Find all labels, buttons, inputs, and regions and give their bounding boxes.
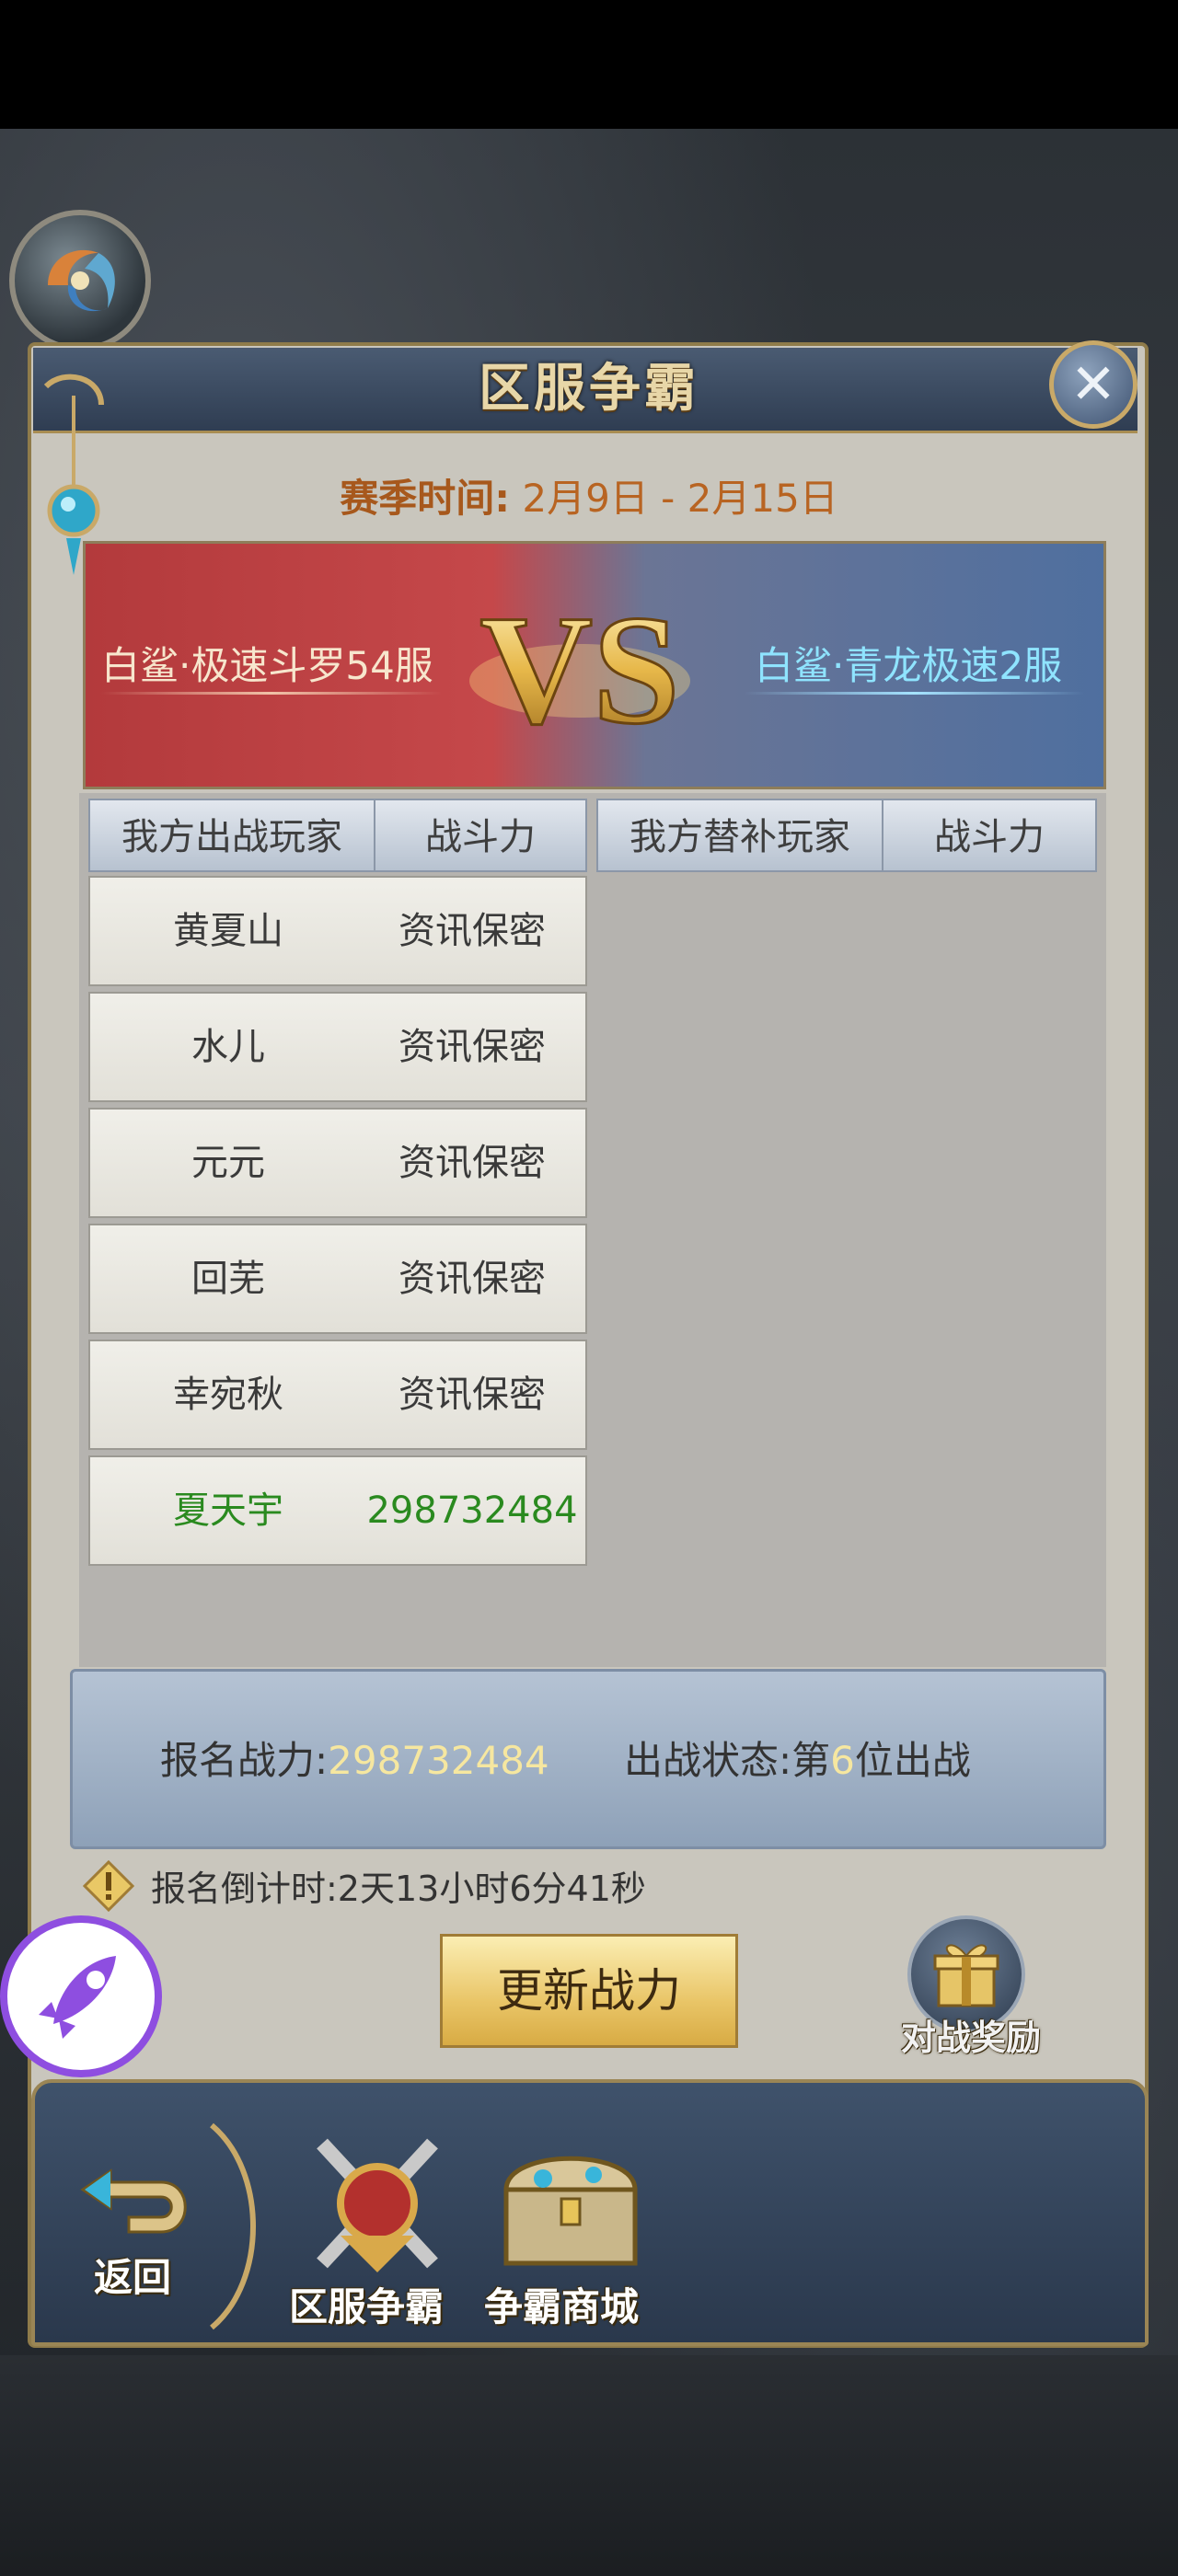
season-time: 赛季时间: 2月9日 - 2月15日 bbox=[0, 467, 1178, 523]
nav-shop-label: 争霸商城 bbox=[484, 2284, 640, 2329]
player-row[interactable]: 幸宛秋 资讯保密 bbox=[88, 1340, 587, 1450]
header-substitutes: 我方替补玩家 bbox=[596, 799, 884, 872]
season-value: 2月9日 - 2月15日 bbox=[522, 476, 838, 521]
player-name: 水儿 bbox=[191, 1026, 265, 1068]
battle-status-rank: 6 bbox=[830, 1738, 855, 1783]
right-server-underline bbox=[744, 692, 1084, 695]
top-status-bar bbox=[0, 0, 1178, 129]
rocket-button[interactable] bbox=[0, 1915, 162, 2077]
player-power: 资讯保密 bbox=[398, 1374, 546, 1416]
player-power: 资讯保密 bbox=[398, 1258, 546, 1300]
player-name: 黄夏山 bbox=[173, 910, 283, 952]
right-server-name: 白鲨·青龙极速2服 bbox=[755, 643, 1063, 688]
nav-divider-icon bbox=[210, 2122, 256, 2330]
player-row[interactable]: 回芜 资讯保密 bbox=[88, 1224, 587, 1334]
warning-icon bbox=[83, 1860, 134, 1912]
close-button[interactable]: ✕ bbox=[1049, 340, 1138, 429]
signup-power-value: 298732484 bbox=[328, 1738, 549, 1783]
vs-text: VS bbox=[479, 583, 679, 756]
treasure-chest-icon bbox=[503, 2156, 638, 2266]
close-icon: ✕ bbox=[1069, 352, 1117, 417]
nav-server-battle-label: 区服争霸 bbox=[289, 2284, 445, 2329]
player-name: 夏天宇 bbox=[173, 1489, 283, 1532]
rocket-icon bbox=[39, 1956, 116, 2039]
player-name: 元元 bbox=[191, 1142, 265, 1184]
left-server-underline bbox=[101, 692, 442, 695]
update-power-button[interactable]: 更新战力 bbox=[440, 1934, 738, 2048]
player-power: 298732484 bbox=[366, 1489, 578, 1532]
crossed-swords-icon bbox=[317, 2138, 438, 2272]
player-name: 回芜 bbox=[191, 1258, 265, 1300]
player-row[interactable]: 元元 资讯保密 bbox=[88, 1108, 587, 1218]
player-power: 资讯保密 bbox=[398, 1142, 546, 1184]
vs-emblem-icon: VS bbox=[469, 582, 690, 758]
signup-power: 报名战力:298732484 bbox=[160, 1730, 549, 1786]
battle-status-label: 出战状态:第 bbox=[624, 1738, 831, 1783]
player-power: 资讯保密 bbox=[398, 1026, 546, 1068]
header-sub-power: 战斗力 bbox=[882, 799, 1097, 872]
signup-countdown: 报名倒计时:2天13小时6分41秒 bbox=[151, 1869, 646, 1909]
back-arrow-icon bbox=[80, 2168, 187, 2234]
header-my-players: 我方出战玩家 bbox=[88, 799, 375, 872]
app-logo-icon[interactable] bbox=[9, 210, 151, 351]
player-name: 幸宛秋 bbox=[173, 1374, 283, 1416]
nav-shop[interactable]: 争霸商城 bbox=[479, 2134, 663, 2337]
player-row[interactable]: 水儿 资讯保密 bbox=[88, 992, 587, 1102]
left-server-name: 白鲨·极速斗罗54服 bbox=[101, 643, 433, 688]
nav-server-battle[interactable]: 区服争霸 bbox=[276, 2125, 479, 2337]
nav-back-label: 返回 bbox=[94, 2255, 172, 2300]
signup-power-label: 报名战力: bbox=[160, 1738, 329, 1783]
player-row[interactable]: 黄夏山 资讯保密 bbox=[88, 876, 587, 986]
season-label: 赛季时间: bbox=[340, 476, 510, 521]
header-power: 战斗力 bbox=[374, 799, 587, 872]
player-row-self[interactable]: 夏天宇 298732484 bbox=[88, 1455, 587, 1566]
battle-status: 出战状态:第6位出战 bbox=[624, 1730, 971, 1786]
player-power: 资讯保密 bbox=[398, 910, 546, 952]
page-title: 区服争霸 bbox=[479, 359, 699, 419]
bottom-background bbox=[0, 2355, 1178, 2576]
battle-status-suffix: 位出战 bbox=[854, 1738, 971, 1783]
battle-reward-label: 对战奖励 bbox=[900, 2018, 1041, 2058]
nav-back[interactable]: 返回 bbox=[74, 2144, 221, 2328]
